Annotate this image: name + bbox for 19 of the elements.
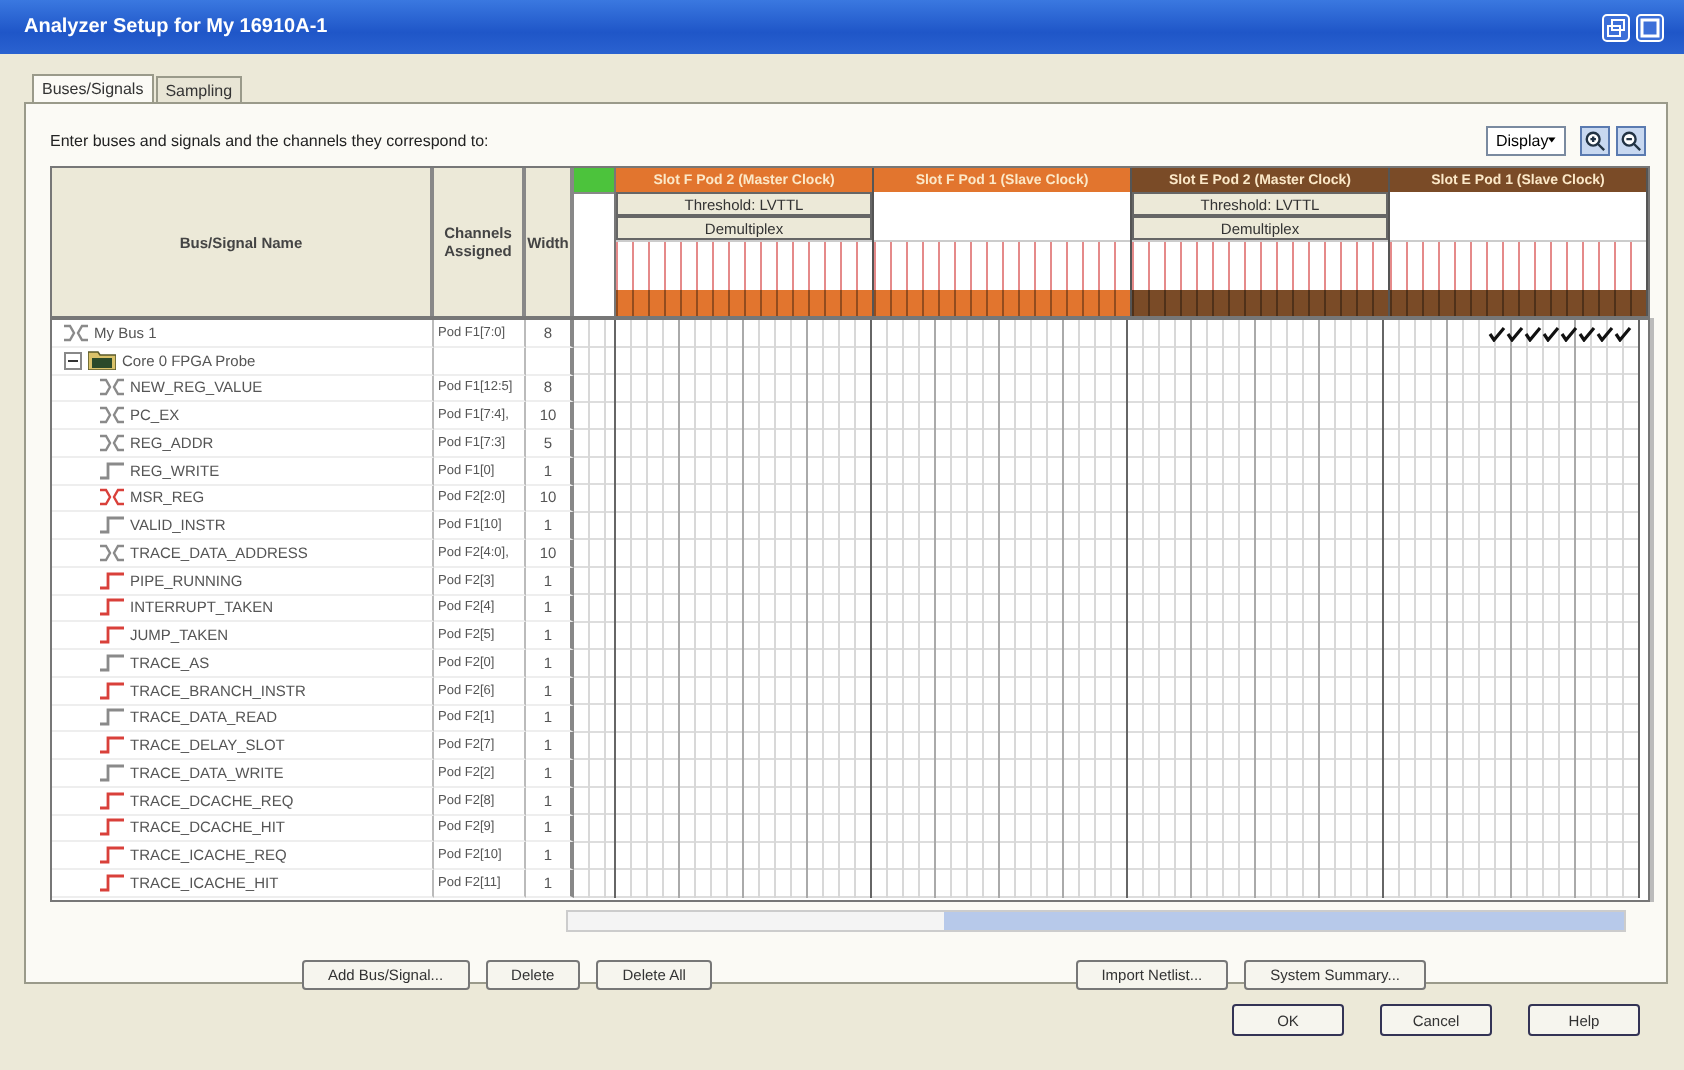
folder-icon: [88, 350, 116, 371]
restore-icon[interactable]: [1602, 13, 1630, 41]
zoom-out-button[interactable]: [1616, 125, 1646, 155]
instruction-text: Enter buses and signals and the channels they correspond to:: [50, 131, 489, 149]
tab[interactable]: Buses/Signals: [32, 74, 154, 102]
zoom-out-icon: [1620, 129, 1642, 151]
checkmarks-drawing: [1488, 326, 1632, 342]
horizontal-scrollbar[interactable]: [566, 910, 1626, 932]
tab[interactable]: Sampling: [155, 76, 243, 102]
zoom-in-button[interactable]: [1580, 125, 1610, 155]
clock-cell: [574, 168, 614, 194]
width-cell: [526, 347, 574, 375]
zoom-in-icon: [1584, 129, 1606, 151]
window-title: Analyzer Setup for My 16910A-1: [24, 16, 328, 38]
caret-icon: [1548, 136, 1556, 144]
maximize-icon[interactable]: [1636, 13, 1664, 41]
expand-icon[interactable]: [64, 351, 82, 370]
vertical-scrollbar[interactable]: [1650, 318, 1654, 902]
display-dropdown[interactable]: Display: [1486, 125, 1566, 155]
